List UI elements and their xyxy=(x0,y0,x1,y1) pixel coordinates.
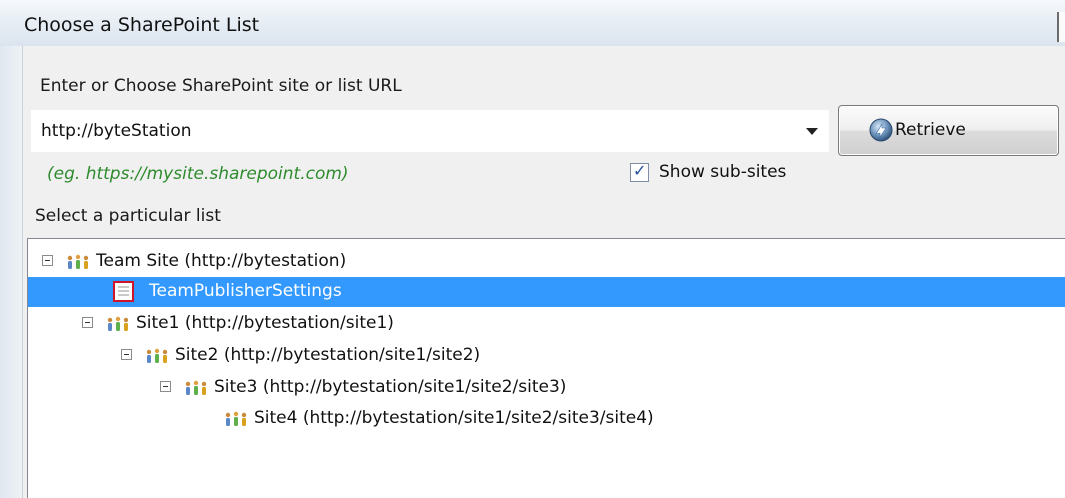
list-icon xyxy=(113,281,134,302)
collapse-toggle-icon[interactable] xyxy=(121,349,132,360)
select-list-label: Select a particular list xyxy=(35,206,221,226)
checkmark-icon: ✓ xyxy=(633,161,647,180)
window-title: Choose a SharePoint List xyxy=(24,14,260,36)
people-group-icon xyxy=(146,348,168,363)
collapse-toggle-icon[interactable] xyxy=(42,255,53,266)
tree-node-label: Site3 (http://bytestation/site1/site2/si… xyxy=(214,377,567,397)
tree-node-team-publisher-settings[interactable]: TeamPublisherSettings xyxy=(28,277,1065,307)
tree-node-label: Site2 (http://bytestation/site1/site2) xyxy=(175,345,481,365)
tree-node-site4[interactable]: Site4 (http://bytestation/site1/site2/si… xyxy=(28,404,1065,434)
tree-node-site2[interactable]: Site2 (http://bytestation/site1/site2) xyxy=(28,341,1065,371)
tree-node-site1[interactable]: Site1 (http://bytestation/site1) xyxy=(28,309,1065,339)
show-subsites-label[interactable]: Show sub-sites xyxy=(659,162,786,182)
retrieve-label: Retrieve xyxy=(895,120,966,140)
people-group-icon xyxy=(225,411,247,426)
tree-node-team-site[interactable]: Team Site (http://bytestation) xyxy=(28,247,1065,277)
window-frame-left xyxy=(0,46,23,498)
people-group-icon xyxy=(107,316,129,331)
tree-node-label: Team Site (http://bytestation) xyxy=(96,251,347,271)
people-group-icon xyxy=(67,254,89,269)
site-url-value[interactable]: http://byteStation xyxy=(41,121,192,141)
tree-node-label: TeamPublisherSettings xyxy=(149,281,342,301)
people-group-icon xyxy=(185,380,207,395)
tree-node-site3[interactable]: Site3 (http://bytestation/site1/site2/si… xyxy=(28,373,1065,403)
dialog-window: Choose a SharePoint List Enter or Choose… xyxy=(0,0,1065,498)
site-list-tree[interactable]: Team Site (http://bytestation) TeamPubli… xyxy=(27,238,1065,498)
site-url-label: Enter or Choose SharePoint site or list … xyxy=(40,76,402,96)
chevron-down-icon[interactable] xyxy=(806,128,818,135)
retrieve-arrow-icon xyxy=(869,118,893,142)
show-subsites-checkbox[interactable]: ✓ xyxy=(630,161,649,182)
title-bar: Choose a SharePoint List xyxy=(0,0,1065,47)
url-example-hint: (eg. https://mysite.sharepoint.com) xyxy=(47,164,349,184)
tree-node-label: Site4 (http://bytestation/site1/site2/si… xyxy=(254,408,654,428)
collapse-toggle-icon[interactable] xyxy=(82,317,93,328)
title-bar-edge xyxy=(1057,12,1065,42)
tree-node-label: Site1 (http://bytestation/site1) xyxy=(136,313,394,333)
dialog-content: Enter or Choose SharePoint site or list … xyxy=(23,46,1065,498)
site-url-combobox[interactable]: http://byteStation xyxy=(31,110,829,152)
collapse-toggle-icon[interactable] xyxy=(160,381,171,392)
retrieve-button[interactable]: Retrieve xyxy=(838,105,1059,156)
